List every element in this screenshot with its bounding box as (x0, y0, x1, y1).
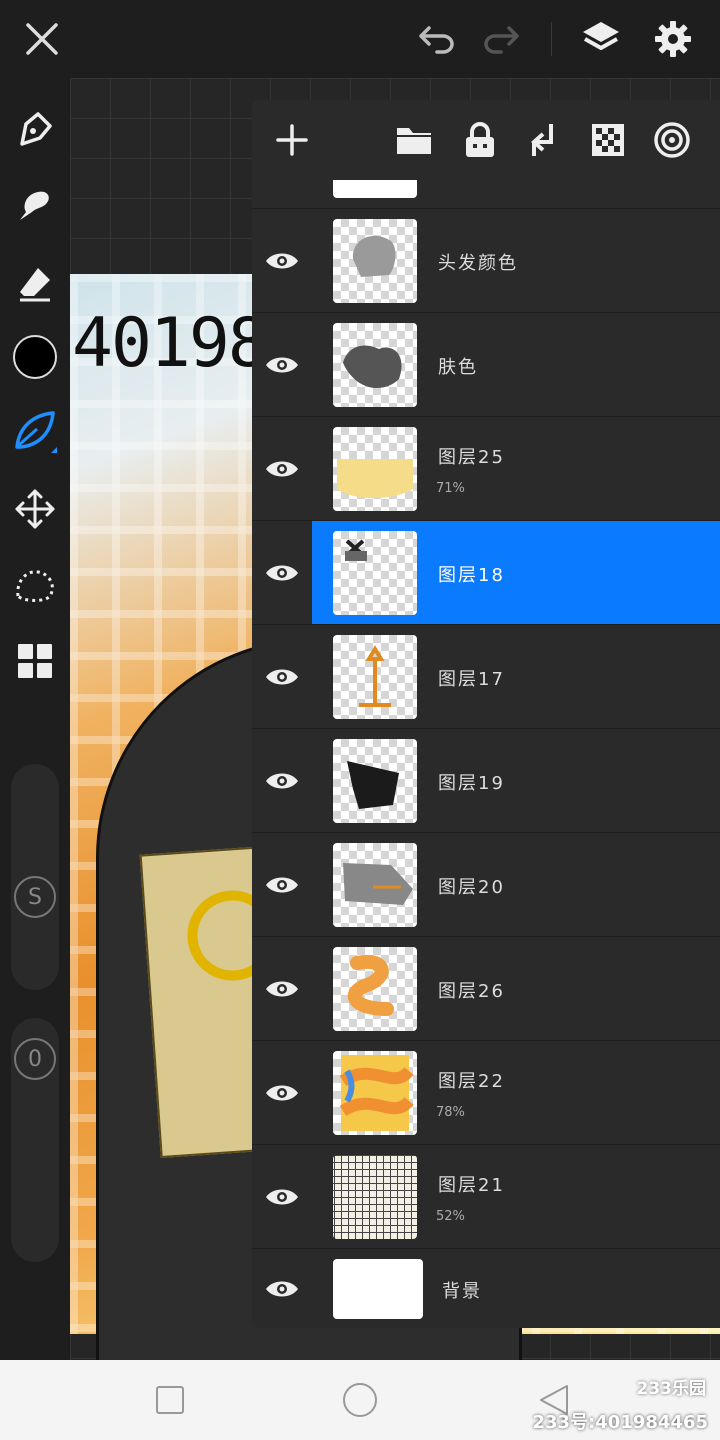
recents-icon[interactable] (150, 1380, 190, 1420)
layer-name: 图层19 (438, 773, 505, 794)
layers-header (252, 100, 720, 180)
visibility-eye-icon[interactable] (252, 1041, 312, 1145)
layer-thumbnail (333, 219, 417, 303)
visibility-eye-icon[interactable] (252, 1145, 312, 1249)
visibility-eye-icon[interactable] (252, 209, 312, 313)
layer-thumbnail (333, 1051, 417, 1135)
layer-row-selected[interactable]: 图层18 (252, 520, 720, 625)
layer-thumbnail (333, 180, 417, 198)
layer-name: 图层20 (438, 877, 505, 898)
left-toolbar: S 0 (0, 78, 70, 1360)
close-icon[interactable] (17, 14, 67, 64)
gear-icon[interactable] (648, 14, 698, 64)
size-label: S (14, 876, 56, 918)
current-color-swatch[interactable] (13, 335, 57, 379)
layer-row-partial[interactable] (312, 180, 720, 208)
layer-name: 图层26 (438, 981, 505, 1002)
layer-opacity: 52% (436, 1209, 465, 1224)
smudge-tool-icon[interactable] (10, 180, 60, 230)
layer-name: 图层17 (438, 669, 505, 690)
layers-panel: 头发颜色 肤色 图层25 71% 图层18 图层17 图层19 图层20 图层2 (252, 100, 720, 1328)
toolbar-divider (551, 22, 552, 56)
layer-row[interactable]: 图层19 (252, 728, 720, 833)
layer-name: 图层25 (438, 447, 505, 468)
layer-thumbnail (333, 531, 417, 615)
layer-row[interactable]: 图层26 (252, 936, 720, 1041)
layer-name: 背景 (442, 1281, 482, 1302)
visibility-eye-icon[interactable] (252, 937, 312, 1041)
lock-icon[interactable] (458, 118, 502, 162)
visibility-eye-icon[interactable] (252, 729, 312, 833)
layer-opacity: 78% (436, 1105, 465, 1120)
layer-row[interactable]: 图层17 (252, 624, 720, 729)
visibility-eye-icon[interactable] (252, 625, 312, 729)
layer-row[interactable]: 图层20 (252, 832, 720, 937)
visibility-eye-icon[interactable] (252, 833, 312, 937)
layer-row[interactable]: 肤色 (252, 312, 720, 417)
visibility-eye-icon[interactable] (252, 1249, 312, 1328)
top-bar (0, 0, 720, 78)
transparency-icon[interactable] (586, 118, 630, 162)
blend-mode-icon[interactable] (650, 118, 694, 162)
add-layer-icon[interactable] (270, 118, 314, 162)
layer-thumbnail (333, 323, 417, 407)
brush-opacity-handle[interactable]: 0 (10, 1034, 60, 1084)
brush-leaf-icon[interactable] (10, 406, 60, 456)
layer-row[interactable]: 头发颜色 (252, 208, 720, 313)
folder-icon[interactable] (392, 118, 436, 162)
merge-down-icon[interactable] (522, 118, 566, 162)
layer-row[interactable]: 图层25 71% (252, 416, 720, 521)
layer-thumbnail (333, 843, 417, 927)
layer-name: 头发颜色 (438, 253, 518, 274)
layer-name: 图层18 (438, 565, 505, 586)
layer-thumbnail (333, 1259, 423, 1319)
artwork-text: 40198 (72, 304, 269, 383)
color-swatch[interactable] (10, 332, 60, 382)
opacity-label: 0 (14, 1038, 56, 1080)
layer-opacity: 71% (436, 481, 465, 496)
layer-name: 肤色 (438, 357, 478, 378)
eraser-tool-icon[interactable] (10, 258, 60, 308)
layer-thumbnail (333, 635, 417, 719)
visibility-eye-icon[interactable] (252, 417, 312, 521)
layer-thumbnail (333, 947, 417, 1031)
grid-gallery-icon[interactable] (10, 636, 60, 686)
visibility-eye-icon[interactable] (252, 313, 312, 417)
redo-icon[interactable] (476, 14, 526, 64)
layer-name: 图层22 (438, 1071, 505, 1092)
layer-thumbnail (333, 739, 417, 823)
layer-thumbnail (333, 427, 417, 511)
layer-row[interactable]: 图层22 78% (252, 1040, 720, 1145)
layer-name: 图层21 (438, 1175, 505, 1196)
layer-thumbnail (333, 1155, 417, 1239)
layer-row[interactable]: 图层21 52% (252, 1144, 720, 1249)
layer-row-background[interactable]: 背景 (252, 1248, 720, 1328)
move-transform-icon[interactable] (10, 484, 60, 534)
watermark-id: 233号:401984465 (532, 1412, 709, 1433)
undo-icon[interactable] (412, 14, 462, 64)
home-icon[interactable] (340, 1380, 380, 1420)
brush-size-handle[interactable]: S (10, 872, 60, 922)
layers-icon[interactable] (576, 14, 626, 64)
visibility-eye-icon[interactable] (252, 521, 312, 625)
watermark-logo: 233乐园 (636, 1379, 707, 1399)
lasso-select-icon[interactable] (10, 560, 60, 610)
pen-tool-icon[interactable] (10, 104, 60, 154)
